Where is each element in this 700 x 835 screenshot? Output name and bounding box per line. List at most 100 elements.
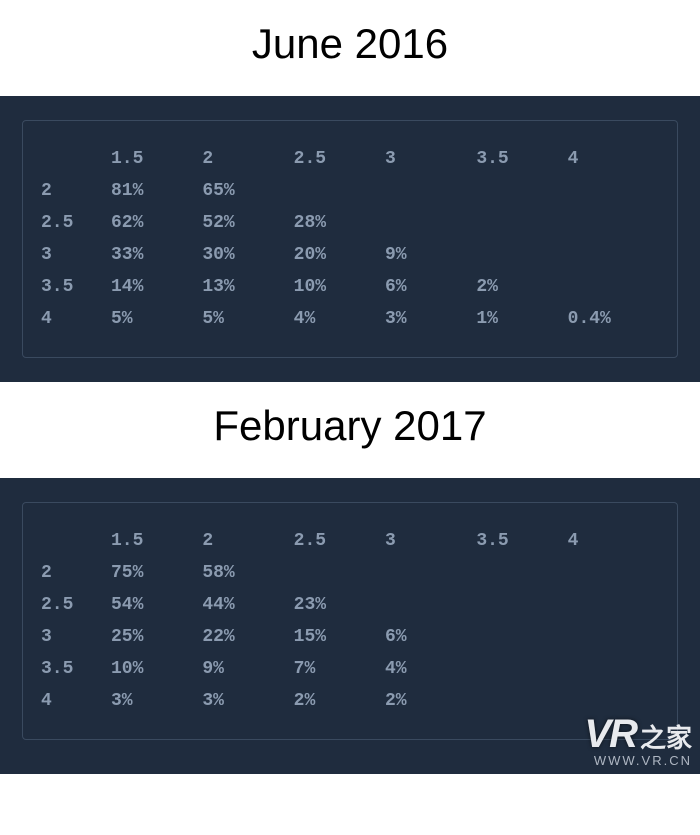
section-title: June 2016: [0, 0, 700, 96]
cell: [472, 175, 563, 207]
cell: [381, 175, 472, 207]
cell: [472, 557, 563, 589]
cell: [564, 557, 655, 589]
cell: [381, 589, 472, 621]
cell: [564, 175, 655, 207]
cell: 3%: [381, 303, 472, 335]
col-header: 3.5: [472, 525, 563, 557]
data-table: 1.5 2 2.5 3 3.5 4 2 75% 58% 2.5 54% 44%: [37, 525, 655, 717]
row-header: 2: [37, 557, 107, 589]
cell: [564, 621, 655, 653]
cell: 4%: [290, 303, 381, 335]
cell: 5%: [107, 303, 198, 335]
cell: [290, 175, 381, 207]
col-header: 2.5: [290, 525, 381, 557]
cell: 44%: [198, 589, 289, 621]
table-row: 3.5 14% 13% 10% 6% 2%: [37, 271, 655, 303]
row-header: 2.5: [37, 589, 107, 621]
cell: [564, 653, 655, 685]
cell: 33%: [107, 239, 198, 271]
row-header: 4: [37, 303, 107, 335]
cell: 58%: [198, 557, 289, 589]
table-header-row: 1.5 2 2.5 3 3.5 4: [37, 525, 655, 557]
row-header: 2.5: [37, 207, 107, 239]
table-row: 2.5 62% 52% 28%: [37, 207, 655, 239]
table-panel: 1.5 2 2.5 3 3.5 4 2 75% 58% 2.5 54% 44%: [0, 478, 700, 774]
table-row: 2.5 54% 44% 23%: [37, 589, 655, 621]
cell: [381, 557, 472, 589]
table-row: 4 3% 3% 2% 2%: [37, 685, 655, 717]
table-row: 2 75% 58%: [37, 557, 655, 589]
cell: [290, 557, 381, 589]
col-header: 2.5: [290, 143, 381, 175]
cell: 10%: [290, 271, 381, 303]
cell: 14%: [107, 271, 198, 303]
cell: 52%: [198, 207, 289, 239]
cell: 0.4%: [564, 303, 655, 335]
col-header: 3: [381, 525, 472, 557]
section-title: February 2017: [0, 382, 700, 478]
cell: 6%: [381, 271, 472, 303]
cell: [472, 621, 563, 653]
data-table: 1.5 2 2.5 3 3.5 4 2 81% 65% 2.5 62% 52%: [37, 143, 655, 335]
cell: [472, 207, 563, 239]
cell: [381, 207, 472, 239]
cell: 62%: [107, 207, 198, 239]
table-row: 3 33% 30% 20% 9%: [37, 239, 655, 271]
col-header: 2: [198, 525, 289, 557]
col-header: 2: [198, 143, 289, 175]
col-header: 4: [564, 143, 655, 175]
row-header: 3.5: [37, 271, 107, 303]
cell: 3%: [198, 685, 289, 717]
cell: 65%: [198, 175, 289, 207]
cell: 6%: [381, 621, 472, 653]
cell: 2%: [290, 685, 381, 717]
row-header: 3: [37, 621, 107, 653]
row-header: 4: [37, 685, 107, 717]
cell: [564, 589, 655, 621]
watermark-url: WWW.VR.CN: [584, 753, 692, 768]
cell: 25%: [107, 621, 198, 653]
cell: 13%: [198, 271, 289, 303]
col-header: 1.5: [107, 525, 198, 557]
cell: [472, 589, 563, 621]
table-header-row: 1.5 2 2.5 3 3.5 4: [37, 143, 655, 175]
cell: 10%: [107, 653, 198, 685]
cell: 22%: [198, 621, 289, 653]
col-header: 3: [381, 143, 472, 175]
row-header: 2: [37, 175, 107, 207]
table-row: 4 5% 5% 4% 3% 1% 0.4%: [37, 303, 655, 335]
cell: 7%: [290, 653, 381, 685]
row-header: 3: [37, 239, 107, 271]
cell: [472, 239, 563, 271]
cell: 9%: [381, 239, 472, 271]
cell: [472, 653, 563, 685]
table-frame: 1.5 2 2.5 3 3.5 4 2 81% 65% 2.5 62% 52%: [22, 120, 678, 358]
cell: 5%: [198, 303, 289, 335]
col-header: 4: [564, 525, 655, 557]
cell: 4%: [381, 653, 472, 685]
cell: [564, 271, 655, 303]
cell: [564, 685, 655, 717]
col-header: 1.5: [107, 143, 198, 175]
cell: 81%: [107, 175, 198, 207]
cell: [564, 239, 655, 271]
cell: 75%: [107, 557, 198, 589]
table-panel: 1.5 2 2.5 3 3.5 4 2 81% 65% 2.5 62% 52%: [0, 96, 700, 382]
cell: 3%: [107, 685, 198, 717]
cell: 20%: [290, 239, 381, 271]
col-header: [37, 143, 107, 175]
row-header: 3.5: [37, 653, 107, 685]
cell: 23%: [290, 589, 381, 621]
cell: 1%: [472, 303, 563, 335]
cell: 2%: [472, 271, 563, 303]
cell: 2%: [381, 685, 472, 717]
table-frame: 1.5 2 2.5 3 3.5 4 2 75% 58% 2.5 54% 44%: [22, 502, 678, 740]
cell: [564, 207, 655, 239]
cell: 54%: [107, 589, 198, 621]
cell: [472, 685, 563, 717]
cell: 28%: [290, 207, 381, 239]
table-row: 2 81% 65%: [37, 175, 655, 207]
cell: 15%: [290, 621, 381, 653]
cell: 9%: [198, 653, 289, 685]
